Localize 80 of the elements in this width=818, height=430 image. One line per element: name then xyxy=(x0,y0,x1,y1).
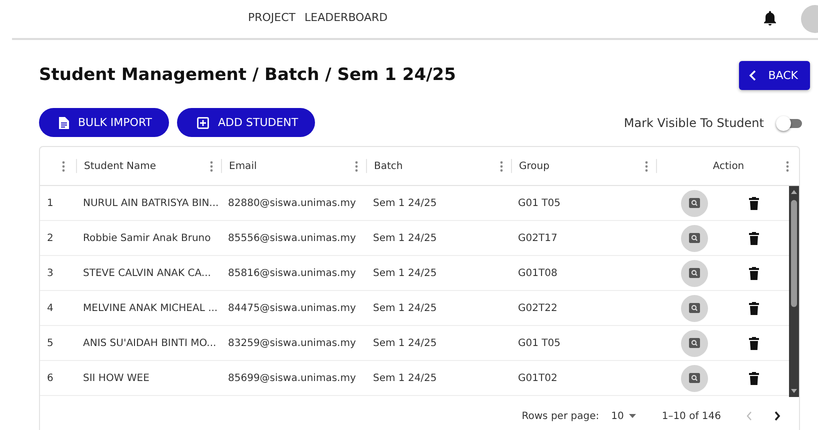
search-icon xyxy=(689,268,700,278)
nav-link[interactable]: PROJECT xyxy=(248,11,296,24)
delete-icon[interactable] xyxy=(749,302,759,314)
column-header[interactable]: Email xyxy=(229,160,257,172)
group-cell-text: G01 T05 xyxy=(517,338,562,348)
row-number: 1 xyxy=(46,198,54,208)
delete-icon[interactable] xyxy=(749,196,759,210)
row-number: 6 xyxy=(46,372,54,384)
toggle-label: Mark Visible To Student xyxy=(624,116,764,130)
column-header[interactable]: Action xyxy=(712,160,744,172)
search-icon xyxy=(689,373,700,383)
student-name: NURUL AIN BATRISYA BIN... xyxy=(82,198,220,208)
page-title: Student Management / Batch / Sem 1 24/25 xyxy=(39,65,456,85)
row-number: 3 xyxy=(46,268,54,278)
delete-icon[interactable] xyxy=(749,232,759,244)
chevron-right-icon xyxy=(774,411,780,421)
scroll-down-icon[interactable] xyxy=(789,387,799,395)
scrollbar[interactable] xyxy=(789,186,799,397)
column-header[interactable]: Group xyxy=(519,160,550,172)
column-menu-icon[interactable] xyxy=(786,160,789,172)
scroll-up-icon[interactable] xyxy=(789,188,799,196)
column-menu-icon[interactable] xyxy=(645,160,648,172)
batch-cell-text: Sem 1 24/25 xyxy=(372,232,438,244)
delete-icon[interactable] xyxy=(749,336,759,350)
group-cell-text: G01 T05 xyxy=(517,198,562,208)
bell-icon[interactable] xyxy=(763,10,777,26)
email-cell-text: 83259@siswa.unimas.my xyxy=(227,338,357,348)
batch-cell-text: Sem 1 24/25 xyxy=(372,338,438,348)
search-icon xyxy=(689,303,700,313)
rows-per-page-label: Rows per page: xyxy=(522,410,600,422)
email-cell-text: 85699@siswa.unimas.my xyxy=(227,372,357,384)
row-number: 4 xyxy=(46,302,54,314)
group-cell-text: G02T17 xyxy=(517,232,558,244)
column-header[interactable]: Batch xyxy=(374,160,403,172)
chevron-left-icon xyxy=(746,411,752,421)
column-menu-icon[interactable] xyxy=(500,160,503,172)
row-number: 2 xyxy=(46,232,54,244)
add-button[interactable]: ADD STUDENT xyxy=(177,108,316,137)
email-cell-text: 85816@siswa.unimas.my xyxy=(227,268,357,278)
rows-per-page-select[interactable]: 10 xyxy=(611,410,636,422)
view-button[interactable] xyxy=(681,190,708,216)
group-cell-text: G01T02 xyxy=(517,372,558,384)
group-cell-text: G01T08 xyxy=(517,268,558,278)
view-button[interactable] xyxy=(681,294,708,322)
search-icon xyxy=(689,198,700,208)
page-range: 1–10 of 146 xyxy=(662,410,721,422)
email-cell-text: 85556@siswa.unimas.my xyxy=(227,232,357,244)
group-cell-text: G02T22 xyxy=(517,302,558,314)
batch-cell-text: Sem 1 24/25 xyxy=(372,372,438,384)
caret-icon xyxy=(628,414,636,418)
plus-square-icon xyxy=(197,116,210,128)
column-header[interactable]: Student Name xyxy=(84,160,156,172)
delete-icon[interactable] xyxy=(749,266,759,280)
view-button[interactable] xyxy=(681,260,708,286)
import-button[interactable]: BULK IMPORT xyxy=(39,108,170,137)
student-name: MELVINE ANAK MICHEAL ... xyxy=(82,302,219,314)
visibility-toggle[interactable] xyxy=(776,116,802,130)
student-name: STEVE CALVIN ANAK CA... xyxy=(82,268,212,278)
row-number: 5 xyxy=(46,338,54,348)
view-button[interactable] xyxy=(681,364,708,392)
column-menu-icon[interactable] xyxy=(210,160,213,172)
document-icon xyxy=(59,116,69,128)
search-icon xyxy=(689,338,700,348)
student-name: Robbie Samir Anak Bruno xyxy=(82,232,212,244)
batch-cell-text: Sem 1 24/25 xyxy=(372,302,438,314)
email-cell-text: 82880@siswa.unimas.my xyxy=(227,198,357,208)
back-button[interactable]: BACK xyxy=(739,60,810,90)
student-name: SII HOW WEE xyxy=(82,372,150,384)
batch-cell-text: Sem 1 24/25 xyxy=(372,198,438,208)
view-button[interactable] xyxy=(681,330,708,356)
batch-cell-text: Sem 1 24/25 xyxy=(372,268,438,278)
search-icon xyxy=(689,233,700,243)
chevron-left-icon xyxy=(749,70,756,80)
column-menu-icon[interactable] xyxy=(62,160,65,172)
column-menu-icon[interactable] xyxy=(355,160,358,172)
view-button[interactable] xyxy=(681,224,708,252)
delete-icon[interactable] xyxy=(749,372,759,384)
student-name: ANIS SU'AIDAH BINTI MO... xyxy=(82,338,218,348)
nav-link[interactable]: LEADERBOARD xyxy=(304,11,388,24)
email-cell-text: 84475@siswa.unimas.my xyxy=(227,302,357,314)
